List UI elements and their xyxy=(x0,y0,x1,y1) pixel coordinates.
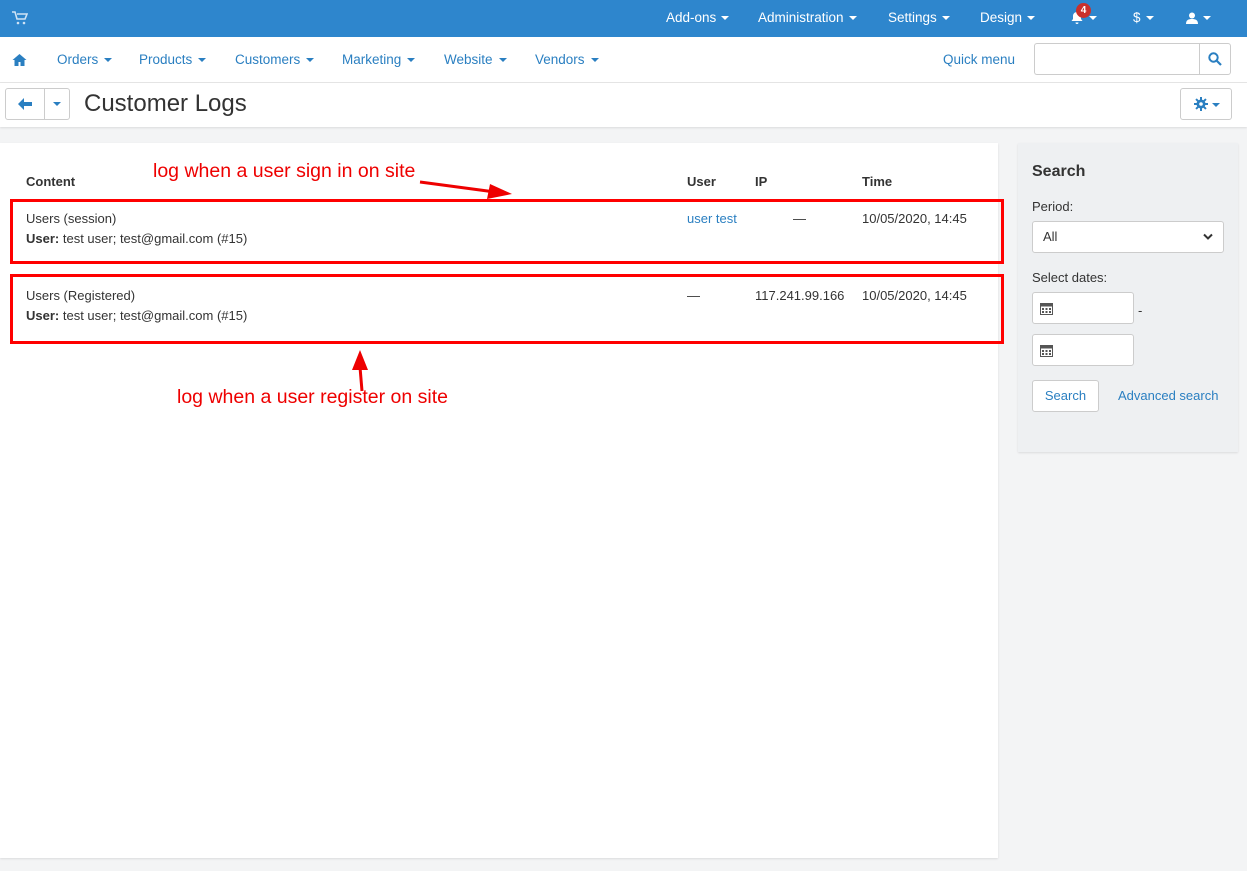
menu-administration[interactable]: Administration xyxy=(758,0,857,37)
annotation-arrow-register xyxy=(352,350,368,392)
nav-orders-label: Orders xyxy=(57,52,99,67)
menu-settings-label: Settings xyxy=(888,10,937,25)
quick-menu-link[interactable]: Quick menu xyxy=(943,37,1015,82)
select-dates-label: Select dates: xyxy=(1032,270,1108,285)
main-nav: Orders Products Customers Marketing Webs… xyxy=(0,37,1247,83)
search-input[interactable] xyxy=(1034,43,1200,75)
title-bar: Customer Logs xyxy=(0,83,1247,127)
chevron-down-icon xyxy=(848,16,857,21)
chevron-down-icon xyxy=(590,58,599,63)
chevron-down-icon xyxy=(1203,16,1211,21)
annotation-box-signin xyxy=(10,199,1004,264)
cart-icon[interactable] xyxy=(12,11,28,25)
search-submit-button[interactable]: Search xyxy=(1032,380,1099,412)
nav-vendors-label: Vendors xyxy=(535,52,585,67)
search-button[interactable] xyxy=(1199,43,1231,75)
nav-products[interactable]: Products xyxy=(139,37,207,83)
menu-addons[interactable]: Add-ons xyxy=(666,0,730,37)
home-icon[interactable] xyxy=(12,53,27,67)
calendar-icon xyxy=(1040,303,1053,315)
currency-menu[interactable]: $ xyxy=(1133,0,1154,37)
nav-orders[interactable]: Orders xyxy=(57,37,113,83)
nav-customers[interactable]: Customers xyxy=(235,37,315,83)
advanced-search-link[interactable]: Advanced search xyxy=(1118,388,1218,403)
search-icon xyxy=(1208,52,1222,66)
nav-vendors[interactable]: Vendors xyxy=(535,37,599,83)
chevron-down-icon xyxy=(104,58,113,63)
header-time: Time xyxy=(862,174,893,189)
page-title: Customer Logs xyxy=(84,90,247,117)
menu-design[interactable]: Design xyxy=(980,0,1036,37)
nav-customers-label: Customers xyxy=(235,52,301,67)
chevron-down-icon xyxy=(53,101,61,106)
annotation-register-text: log when a user register on site xyxy=(177,386,448,408)
search-sidebar: Search Period: All Select dates: - Searc… xyxy=(1018,143,1238,452)
gear-icon xyxy=(1194,97,1208,111)
header-content: Content xyxy=(26,174,76,189)
chevron-down-icon xyxy=(1027,16,1036,21)
period-select[interactable]: All xyxy=(1032,221,1224,253)
settings-dropdown-button[interactable] xyxy=(1180,88,1232,120)
arrow-left-icon xyxy=(18,98,32,110)
chevron-down-icon xyxy=(941,16,950,21)
annotation-arrows xyxy=(352,180,512,392)
nav-marketing-label: Marketing xyxy=(342,52,402,67)
chevron-down-icon xyxy=(721,16,730,21)
header-ip: IP xyxy=(755,174,768,189)
nav-website[interactable]: Website xyxy=(444,37,507,83)
user-menu[interactable] xyxy=(1186,0,1211,37)
date-separator: - xyxy=(1138,303,1143,318)
annotation-signin-text: log when a user sign in on site xyxy=(153,160,416,182)
annotation-box-register xyxy=(10,274,1004,344)
nav-products-label: Products xyxy=(139,52,193,67)
chevron-down-icon xyxy=(306,58,315,63)
menu-administration-label: Administration xyxy=(758,10,844,25)
chevron-down-icon xyxy=(1145,16,1154,21)
date-to-input[interactable] xyxy=(1032,334,1134,366)
calendar-icon xyxy=(1040,345,1053,357)
chevron-down-icon xyxy=(407,58,416,63)
notification-badge: 4 xyxy=(1076,3,1091,18)
chevron-down-icon xyxy=(1212,103,1220,107)
annotation-arrow-signin xyxy=(419,180,512,199)
sidebar-title: Search xyxy=(1032,163,1086,180)
user-icon xyxy=(1186,12,1198,25)
period-select-value: All xyxy=(1043,229,1058,244)
back-dropdown-button[interactable] xyxy=(44,88,70,120)
menu-design-label: Design xyxy=(980,10,1023,25)
top-bar: Add-ons Administration Settings Design 4… xyxy=(0,0,1247,37)
header-user: User xyxy=(687,174,716,189)
chevron-down-icon xyxy=(1089,16,1097,21)
chevron-down-icon xyxy=(498,58,507,63)
period-label: Period: xyxy=(1032,199,1074,214)
chevron-down-icon xyxy=(198,58,207,63)
date-from-input[interactable] xyxy=(1032,292,1134,324)
menu-settings[interactable]: Settings xyxy=(888,0,950,37)
chevron-down-icon xyxy=(1203,233,1213,240)
menu-addons-label: Add-ons xyxy=(666,10,717,25)
back-button[interactable] xyxy=(5,88,45,120)
nav-website-label: Website xyxy=(444,52,493,67)
logs-panel: Content User IP Time Users (session) Use… xyxy=(0,143,1004,858)
currency-label: $ xyxy=(1133,10,1141,25)
nav-marketing[interactable]: Marketing xyxy=(342,37,416,83)
